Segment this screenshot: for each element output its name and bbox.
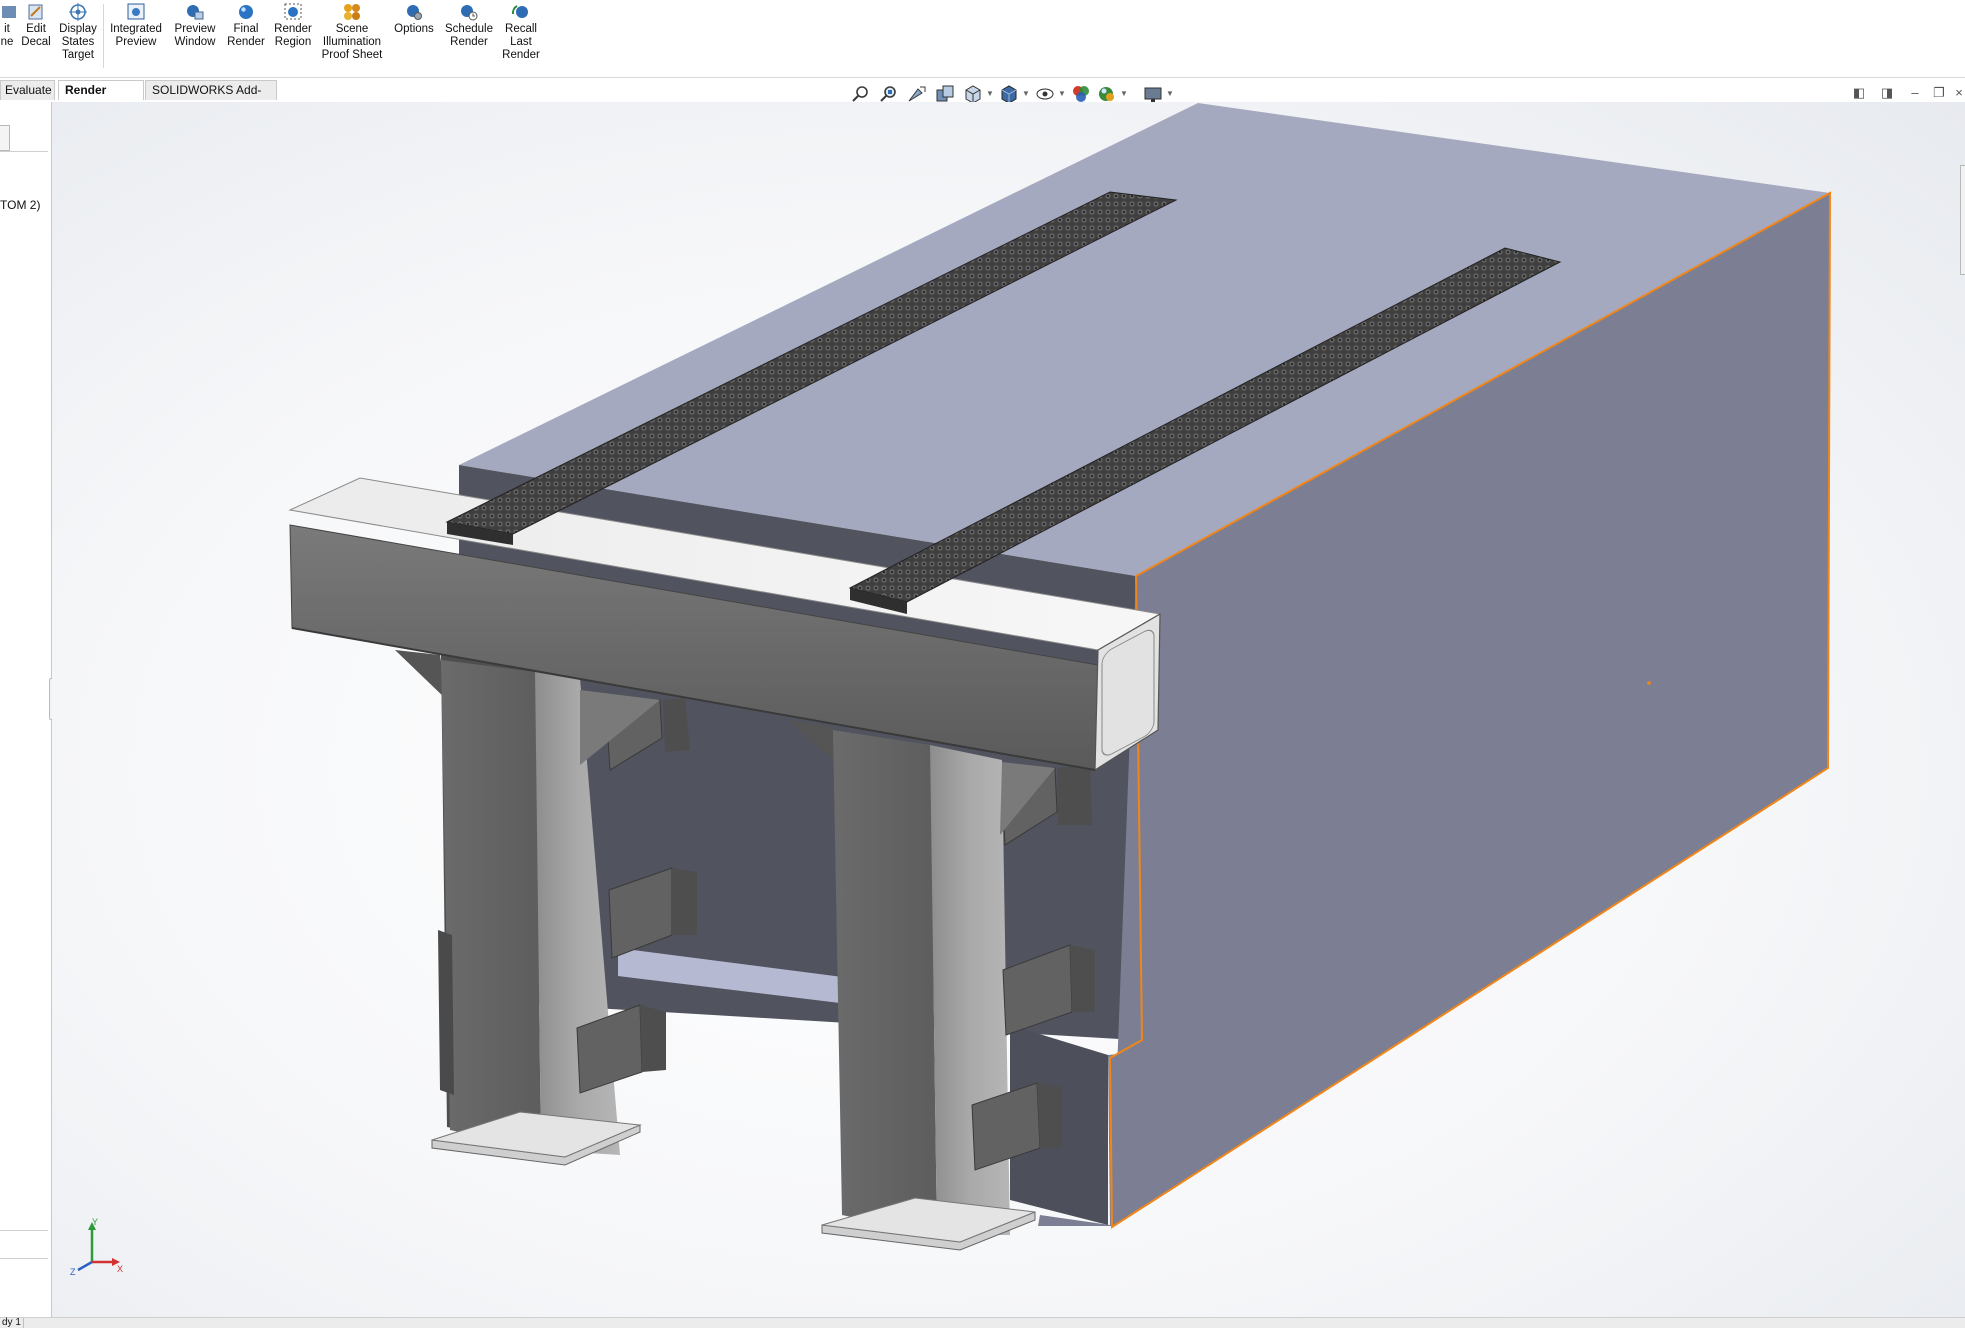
tab-render-tools[interactable]: Render Tools (58, 80, 144, 116)
configuration-label: TOM 2) (0, 198, 41, 212)
triad-x-label: X (117, 1264, 123, 1274)
panel-divider-bottom (0, 1230, 48, 1231)
apply-scene-dropdown-icon[interactable]: ▼ (1120, 89, 1128, 98)
feature-manager-panel: TOM 2) (0, 102, 52, 1317)
edit-decal-icon (28, 4, 43, 20)
triad-z-label: Z (70, 1267, 76, 1277)
render-region-button[interactable]: Render Region (270, 2, 316, 49)
schedule-render-icon (461, 5, 478, 21)
schedule-render-button[interactable]: Schedule Render (444, 2, 494, 49)
close-icon[interactable]: × (1954, 84, 1964, 102)
view-orientation-dropdown-icon[interactable]: ▼ (986, 89, 994, 98)
bracket-c2-mid-2 (1070, 945, 1095, 1012)
render-region-icon (284, 3, 302, 20)
graphics-viewport[interactable]: Y X Z (52, 102, 1965, 1317)
display-states-target-button[interactable]: Display States Target (56, 2, 100, 62)
options-icon (407, 5, 422, 20)
panel-divider-bottom-2 (0, 1258, 48, 1259)
scene-illumination-proof-sheet-button[interactable]: Scene Illumination Proof Sheet (318, 2, 386, 62)
integrated-preview-icon (127, 3, 145, 20)
column-left-gusset (395, 650, 447, 700)
bracket-c2-upper-2 (1057, 765, 1092, 825)
selection-point (1647, 681, 1651, 685)
tab-evaluate[interactable]: Evaluate (0, 80, 55, 100)
display-states-target-icon (69, 3, 87, 21)
tab-solidworks-add-ins[interactable]: SOLIDWORKS Add-Ins (145, 80, 277, 116)
bracket-c1-mid-2 (672, 868, 697, 935)
triad-y-label: Y (92, 1217, 98, 1227)
bracket-c1-low-2 (640, 1005, 666, 1072)
recall-last-render-button[interactable]: Recall Last Render (500, 2, 542, 62)
preview-window-button[interactable]: Preview Window (171, 2, 219, 49)
preview-window-icon (187, 5, 204, 20)
view-settings-dropdown-icon[interactable]: ▼ (1166, 89, 1174, 98)
edit-scene-button[interactable]: it ne (0, 2, 16, 49)
hide-show-dropdown-icon[interactable]: ▼ (1058, 89, 1066, 98)
recall-last-render-icon (511, 5, 528, 18)
bracket-c2-low-2 (1037, 1083, 1062, 1148)
restore-icon[interactable]: ❐ (1930, 84, 1948, 102)
orientation-triad[interactable]: Y X Z (70, 1217, 123, 1277)
render-tools-ribbon: it ne Edit Decal Display States Target I… (0, 0, 1965, 78)
panel-filter-box[interactable] (0, 125, 10, 151)
options-button[interactable]: Options (392, 2, 436, 36)
tile-left-icon[interactable]: ◧ (1850, 84, 1868, 102)
integrated-preview-button[interactable]: Integrated Preview (108, 2, 164, 49)
column-right-front-face[interactable] (833, 730, 937, 1235)
tile-right-icon[interactable]: ◨ (1878, 84, 1896, 102)
final-render-icon (239, 5, 253, 19)
scene-illumination-icon (344, 4, 360, 20)
ribbon-separator (103, 4, 104, 68)
final-render-button[interactable]: Final Render (226, 2, 266, 49)
status-bar: dy 1 (0, 1317, 1965, 1328)
viewport-window-controls: ◧ ◨ – ❐ × (1850, 84, 1965, 104)
panel-divider (0, 151, 48, 152)
display-style-dropdown-icon[interactable]: ▼ (1022, 89, 1030, 98)
column-left-front-face[interactable] (441, 660, 541, 1150)
column-left-stub-side (438, 930, 454, 1095)
edit-decal-button[interactable]: Edit Decal (18, 2, 54, 49)
task-pane-handle[interactable] (1960, 165, 1965, 275)
model-render: Y X Z (70, 103, 1832, 1277)
minimize-icon[interactable]: – (1906, 84, 1924, 102)
